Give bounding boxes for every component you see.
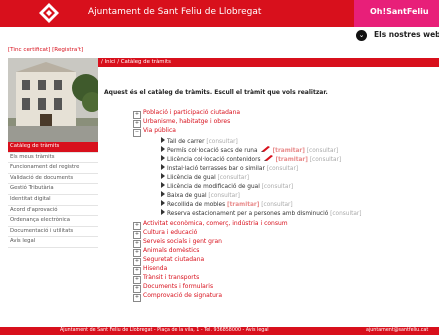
arrow-right-icon [161,182,165,188]
sidebar-item-catalog[interactable]: Catàleg de tràmits [8,142,98,153]
category-row[interactable]: + Urbanisme, habitatge i obres [133,118,231,128]
site-title: Ajuntament de Sant Feliu de Llobregat [88,7,262,17]
footer-email[interactable]: ajuntament@santfeliu.cat [366,328,428,333]
consult-link[interactable]: [consultar] [218,175,249,181]
process-link[interactable]: [tramitar] [227,202,259,208]
sidebar-item-digital-id[interactable]: Identitat digital [8,195,98,206]
category-row[interactable]: + Trànsit i transports [133,274,200,284]
consult-link[interactable]: [consultar] [310,157,341,163]
category-row[interactable]: + Seguretat ciutadana [133,256,205,266]
category-row-expanded[interactable]: − Via pública [133,127,176,137]
arrow-right-icon [161,191,165,197]
category-label: Hisenda [143,265,168,272]
procedure-label: Tall de carrer [167,139,205,145]
category-label: Cultura i educació [143,229,198,236]
town-hall-photo [8,58,98,142]
site-footer: Ajuntament de Sant Feliu de Llobregat - … [0,327,439,335]
procedure-label: Llicència de gual [167,175,216,181]
category-row[interactable]: + Comprovació de signatura [133,292,223,302]
procedure-label: Permís col·locació sacs de runa [167,148,258,154]
sidebar-item-validation[interactable]: Validació de documents [8,174,98,185]
procedure-label: Baixa de gual [167,193,207,199]
category-row[interactable]: + Activitat econòmica, comerç, indústria … [133,220,288,230]
certificate-register-links[interactable]: [Tinc certificat] [Registra't] [8,47,83,53]
arrow-right-icon [161,146,165,152]
process-link[interactable]: [tramitar] [273,148,305,154]
category-label: Seguretat ciutadana [143,256,205,263]
expand-plus-icon[interactable]: + [133,294,141,302]
procedure-label: Recollida de mobles [167,202,226,208]
collapse-minus-icon[interactable]: − [133,129,141,137]
consult-link[interactable]: [consultar] [206,139,237,145]
oh-santfeliu-label: Oh!SantFeliu [370,7,429,16]
procedure-item[interactable]: Llicència de modificació de gual [consul… [161,182,293,190]
consult-link[interactable]: [consultar] [307,148,338,154]
category-label: Animals domèstics [143,247,200,254]
sidebar-item-tax[interactable]: Gestió Tributària [8,184,98,195]
procedure-label: Reserva estacionament per a persones amb… [167,211,329,217]
consult-link[interactable]: [consultar] [262,184,293,190]
category-label: Serveis socials i gent gran [143,238,222,245]
consult-link[interactable]: [consultar] [330,211,361,217]
category-row[interactable]: + Hisenda [133,265,168,275]
sidebar-item-my-procedures[interactable]: Els meus tràmits [8,153,98,164]
breadcrumb-text[interactable]: / Inici / Catàleg de tràmits [101,59,171,65]
consult-link[interactable]: [consultar] [261,202,292,208]
procedure-item[interactable]: Recollida de mobles [tramitar] [consulta… [161,200,293,208]
category-label: Població i participació ciutadana [143,109,241,116]
procedure-item[interactable]: Tall de carrer [consultar] [161,137,238,145]
arrow-right-icon [161,155,165,161]
chevron-down-icon: ⌄ [356,30,367,41]
category-label: Trànsit i transports [143,274,200,281]
category-label: Comprovació de signatura [143,292,223,299]
process-link[interactable]: [tramitar] [276,157,308,163]
sidebar-item-legal[interactable]: Avís legal [8,237,98,248]
city-logo-icon[interactable] [38,2,60,24]
category-label: Activitat econòmica, comerç, indústria i… [143,220,288,227]
sidebar-item-registry[interactable]: Funcionament del registre [8,163,98,174]
procedure-item[interactable]: Llicència col·locació contenidors [tramit… [161,155,341,163]
procedure-item[interactable]: Instal·lació terrasses bar o similar [co… [161,164,298,172]
procedure-item[interactable]: Baixa de gual [consultar] [161,191,240,199]
sidebar-item-approval[interactable]: Acord d'aprovació [8,206,98,217]
category-row[interactable]: + Serveis socials i gent gran [133,238,222,248]
category-row[interactable]: + Documents i formularis [133,283,214,293]
arrow-right-icon [161,137,165,143]
footer-address[interactable]: Ajuntament de Sant Feliu de Llobregat - … [60,328,269,333]
arrow-right-icon [161,164,165,170]
category-label: Documents i formularis [143,283,214,290]
arrow-right-icon [161,209,165,215]
our-webs-link[interactable]: ⌄ Els nostres webs [356,28,439,43]
pencil-icon[interactable] [263,155,273,161]
pencil-icon[interactable] [260,146,270,152]
sidebar-nav: Catàleg de tràmits Els meus tràmits Func… [8,142,98,248]
procedure-label: Llicència col·locació contenidors [167,157,261,163]
arrow-right-icon [161,173,165,179]
procedure-item[interactable]: Llicència de gual [consultar] [161,173,249,181]
category-label: Via pública [143,127,176,134]
sidebar-item-docs-utilities[interactable]: Documentació i utilitats [8,227,98,238]
category-row[interactable]: + Animals domèstics [133,247,200,257]
consult-link[interactable]: [consultar] [267,166,298,172]
category-row[interactable]: + Població i participació ciutadana [133,109,241,119]
procedure-label: Instal·lació terrasses bar o similar [167,166,265,172]
oh-santfeliu-banner[interactable]: Oh!SantFeliu [354,0,439,27]
catalog-intro: Aquest és el catàleg de tràmits. Escull … [104,89,328,96]
procedure-item[interactable]: Permís col·locació sacs de runa [tramitar… [161,146,338,154]
category-label: Urbanisme, habitatge i obres [143,118,231,125]
category-row[interactable]: + Cultura i educació [133,229,198,239]
arrow-right-icon [161,200,165,206]
our-webs-label: Els nostres webs [374,30,439,39]
procedure-item[interactable]: Reserva estacionament per a persones amb… [161,209,362,217]
consult-link[interactable]: [consultar] [208,193,239,199]
sidebar-item-ordinance[interactable]: Ordenança electrònica [8,216,98,227]
procedure-label: Llicència de modificació de gual [167,184,260,190]
breadcrumb: / Inici / Catàleg de tràmits [98,58,439,67]
